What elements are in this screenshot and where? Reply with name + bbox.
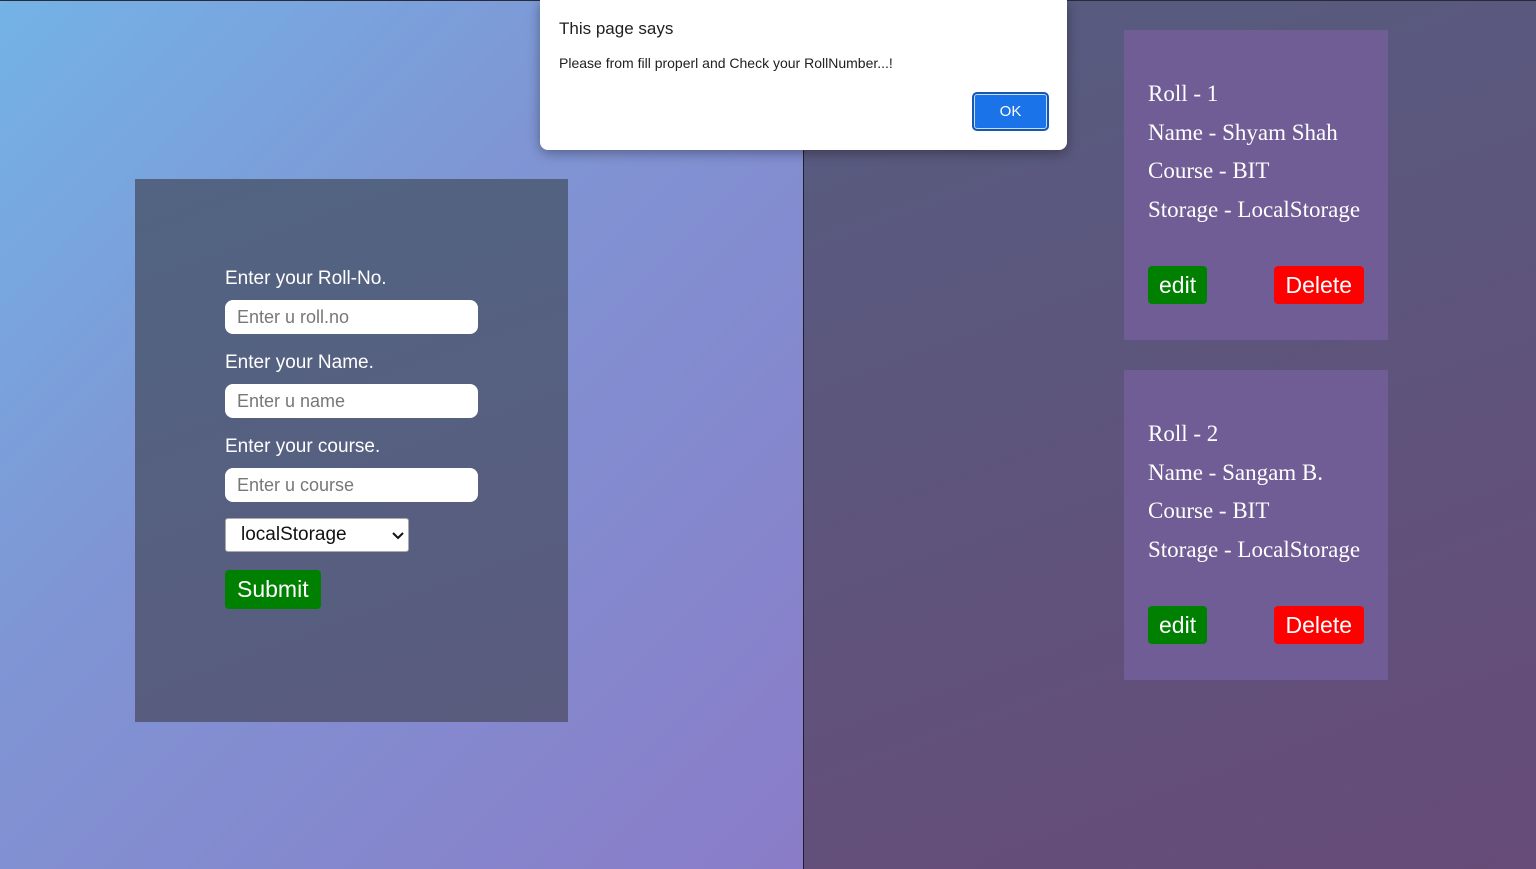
record-card: Roll - 1 Name - Shyam Shah Course - BIT … <box>1124 30 1388 340</box>
record-name: Name - Shyam Shah <box>1148 119 1338 145</box>
record-roll: Roll - 2 <box>1148 421 1219 446</box>
record-roll: Roll - 1 <box>1148 81 1219 106</box>
storage-select[interactable]: localStorage <box>225 518 409 552</box>
submit-button[interactable]: Submit <box>225 570 321 609</box>
course-input[interactable] <box>225 468 478 502</box>
name-label: Enter your Name. <box>225 352 374 373</box>
record-course: Course - BIT <box>1148 498 1270 523</box>
record-actions: edit Delete <box>1148 266 1364 304</box>
record-storage: Storage - LocalStorage <box>1148 536 1361 562</box>
student-form: Enter your Roll-No. Enter your Name. Ent… <box>225 267 485 609</box>
edit-button[interactable]: edit <box>1148 266 1208 304</box>
student-form-panel: Enter your Roll-No. Enter your Name. Ent… <box>135 179 568 722</box>
dialog-message: Please from fill properl and Check your … <box>559 55 893 71</box>
record-name: Name - Sangam B. <box>1148 459 1324 485</box>
delete-button[interactable]: Delete <box>1273 266 1364 304</box>
record-actions: edit Delete <box>1148 606 1364 644</box>
course-label: Enter your course. <box>225 436 381 457</box>
rollno-input[interactable] <box>225 300 478 334</box>
rollno-label: Enter your Roll-No. <box>225 268 387 289</box>
ok-button[interactable]: OK <box>972 92 1049 131</box>
record-course: Course - BIT <box>1148 158 1270 183</box>
record-card: Roll - 2 Name - Sangam B. Course - BIT S… <box>1124 370 1388 680</box>
chevron-down-icon <box>392 519 404 551</box>
name-input[interactable] <box>225 384 478 418</box>
edit-button[interactable]: edit <box>1148 606 1208 644</box>
delete-button[interactable]: Delete <box>1273 606 1364 644</box>
storage-select-value: localStorage <box>241 524 347 545</box>
alert-dialog: This page says Please from fill properl … <box>540 0 1067 150</box>
dialog-title: This page says <box>559 19 674 38</box>
record-storage: Storage - LocalStorage <box>1148 196 1361 222</box>
